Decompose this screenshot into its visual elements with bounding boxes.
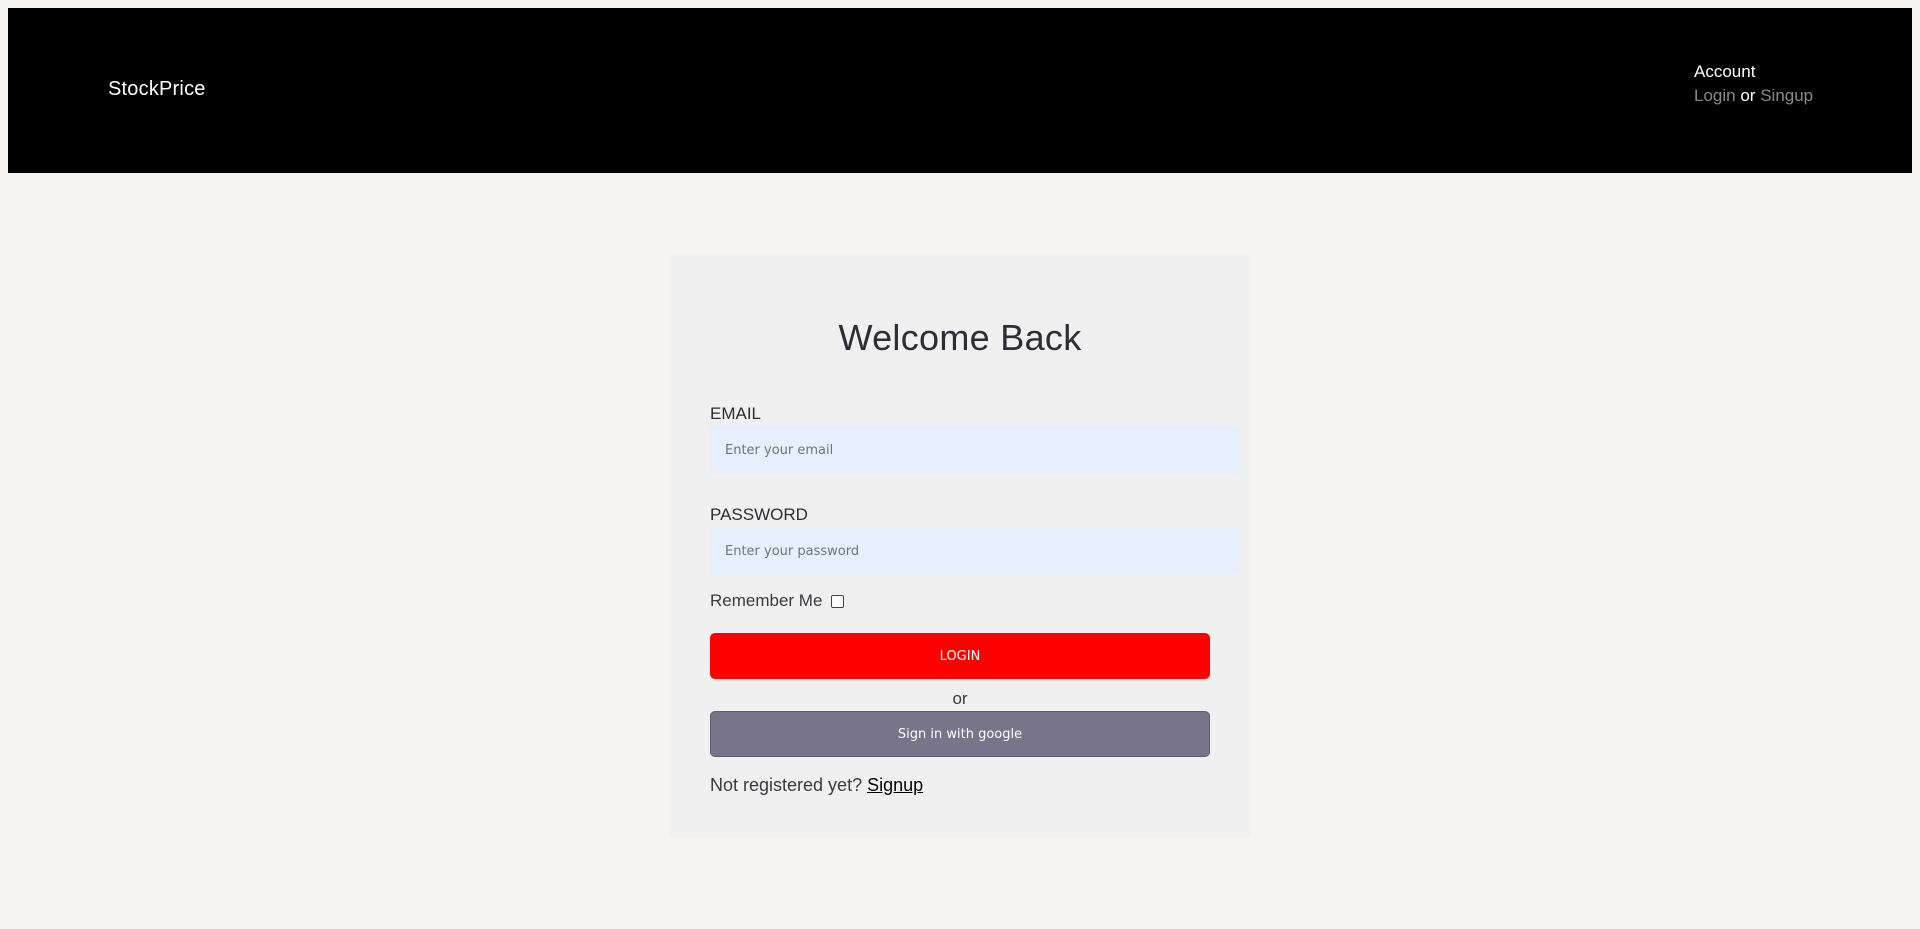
not-registered-row: Not registered yet? Signup [710, 775, 923, 796]
header-signup-link[interactable]: Singup [1760, 86, 1813, 105]
account-menu: Account Login or Singup [1694, 60, 1813, 108]
account-title: Account [1694, 62, 1756, 81]
signup-link[interactable]: Signup [867, 775, 923, 795]
brand-logo-text[interactable]: StockPrice [108, 78, 206, 101]
header-login-link[interactable]: Login [1694, 86, 1736, 105]
or-divider-text: or [952, 689, 968, 708]
remember-me-row: Remember Me [710, 591, 845, 611]
account-links: Login or Singup [1694, 84, 1813, 108]
top-header: StockPrice Account Login or Singup [8, 8, 1912, 173]
email-field[interactable] [710, 426, 1240, 474]
password-field[interactable] [710, 527, 1240, 575]
login-card: Welcome Back EMAIL PASSWORD Remember Me … [670, 253, 1250, 837]
password-label: PASSWORD [710, 505, 808, 524]
remember-me-checkbox[interactable] [831, 594, 845, 608]
login-button[interactable]: LOGIN [710, 633, 1210, 679]
remember-me-label: Remember Me [710, 591, 823, 610]
page-title: Welcome Back [838, 317, 1082, 358]
header-or-text: or [1740, 86, 1756, 105]
not-registered-text: Not registered yet? [710, 775, 863, 795]
google-signin-button[interactable]: Sign in with google [710, 711, 1210, 757]
email-label: EMAIL [710, 404, 762, 423]
